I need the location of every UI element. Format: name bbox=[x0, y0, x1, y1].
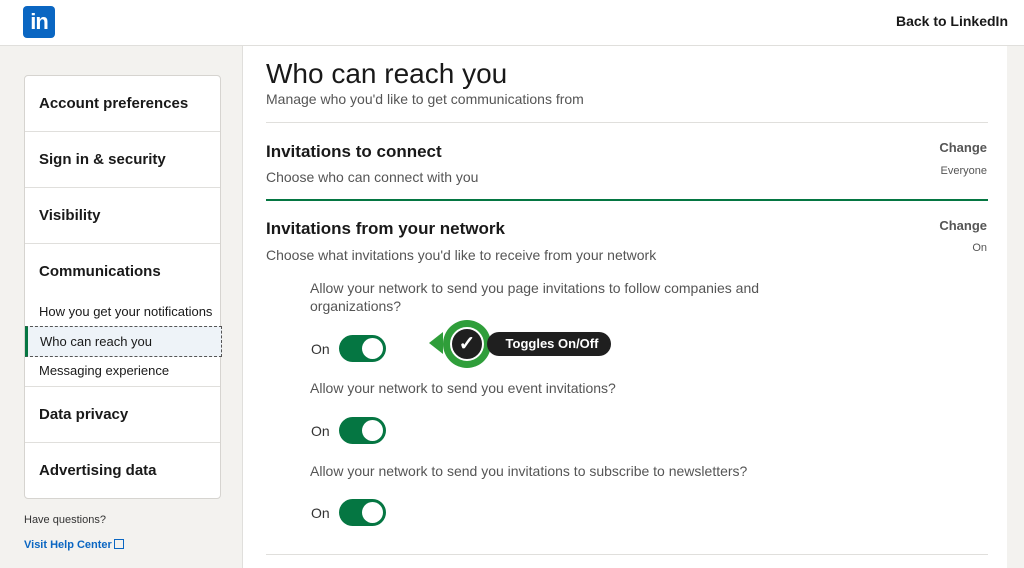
invitations-connect-subtitle: Choose who can connect with you bbox=[266, 169, 479, 185]
sidebar-item-label: Communications bbox=[39, 263, 161, 280]
invitations-network-subtitle: Choose what invitations you'd like to re… bbox=[266, 247, 657, 263]
toggle-knob bbox=[362, 338, 383, 359]
settings-sidebar: Account preferences Sign in & security V… bbox=[0, 46, 242, 568]
page-invitations-question: Allow your network to send you page invi… bbox=[310, 280, 760, 314]
newsletter-invitations-question: Allow your network to send you invitatio… bbox=[310, 463, 748, 479]
settings-nav-card: Account preferences Sign in & security V… bbox=[24, 75, 222, 499]
event-invitations-question: Allow your network to send you event inv… bbox=[310, 380, 616, 396]
callout-label: Toggles On/Off bbox=[487, 332, 611, 356]
sidebar-item-data-privacy[interactable]: Data privacy bbox=[25, 387, 220, 443]
toggle-knob bbox=[362, 420, 383, 441]
page-subtitle: Manage who you'd like to get communicati… bbox=[266, 91, 584, 107]
sidebar-item-label: Visibility bbox=[39, 207, 101, 224]
page-invitations-state-label: On bbox=[311, 341, 330, 357]
newsletter-invitations-state-label: On bbox=[311, 505, 330, 521]
sidebar-item-label: Data privacy bbox=[39, 406, 129, 423]
toggles-annotation-callout: ✓ Toggles On/Off bbox=[429, 320, 617, 368]
check-icon: ✓ bbox=[450, 327, 484, 361]
help-center-label: Visit Help Center bbox=[24, 539, 112, 551]
event-invitations-toggle[interactable] bbox=[339, 417, 386, 444]
callout-ring: ✓ bbox=[443, 320, 491, 368]
external-link-icon bbox=[113, 539, 124, 549]
event-invitations-state-label: On bbox=[311, 423, 330, 439]
linkedin-logo-icon[interactable]: in bbox=[23, 6, 55, 38]
invitations-connect-title: Invitations to connect bbox=[266, 142, 442, 161]
sidebar-item-communications[interactable]: Communications How you get your notifica… bbox=[25, 244, 222, 387]
newsletter-invitations-toggle[interactable] bbox=[339, 499, 386, 526]
invitations-connect-value: Everyone bbox=[940, 165, 987, 177]
invitations-network-title: Invitations from your network bbox=[266, 219, 505, 238]
sidebar-item-sign-in-security[interactable]: Sign in & security bbox=[25, 132, 220, 188]
divider-active bbox=[266, 199, 988, 201]
invitations-network-value: On bbox=[972, 242, 987, 254]
sidebar-item-advertising-data[interactable]: Advertising data bbox=[25, 443, 220, 499]
visit-help-center-link[interactable]: Visit Help Center bbox=[24, 538, 124, 551]
divider bbox=[266, 122, 988, 123]
callout-arrow bbox=[429, 332, 443, 354]
divider bbox=[266, 554, 988, 555]
page-title: Who can reach you bbox=[266, 58, 508, 89]
sidebar-subitem-who-can-reach-you[interactable]: Who can reach you bbox=[25, 326, 222, 357]
sidebar-item-visibility[interactable]: Visibility bbox=[25, 188, 220, 244]
sidebar-subitem-notifications[interactable]: How you get your notifications bbox=[25, 296, 222, 327]
invitations-network-change-button[interactable]: Change bbox=[939, 218, 987, 233]
toggle-knob bbox=[362, 502, 383, 523]
sidebar-item-account-preferences[interactable]: Account preferences bbox=[25, 76, 220, 132]
sidebar-item-label: Account preferences bbox=[39, 95, 189, 112]
page-invitations-toggle[interactable] bbox=[339, 335, 386, 362]
have-questions-text: Have questions? bbox=[24, 514, 106, 526]
sidebar-item-label: Sign in & security bbox=[39, 151, 166, 168]
top-bar: in Back to LinkedIn bbox=[0, 0, 1024, 46]
invitations-connect-change-button[interactable]: Change bbox=[939, 140, 987, 155]
sidebar-item-label: Advertising data bbox=[39, 462, 157, 479]
back-to-linkedin-link[interactable]: Back to LinkedIn bbox=[896, 13, 1008, 29]
sidebar-subitem-messaging-experience[interactable]: Messaging experience bbox=[25, 355, 222, 386]
main-content: Who can reach you Manage who you'd like … bbox=[242, 46, 1007, 568]
